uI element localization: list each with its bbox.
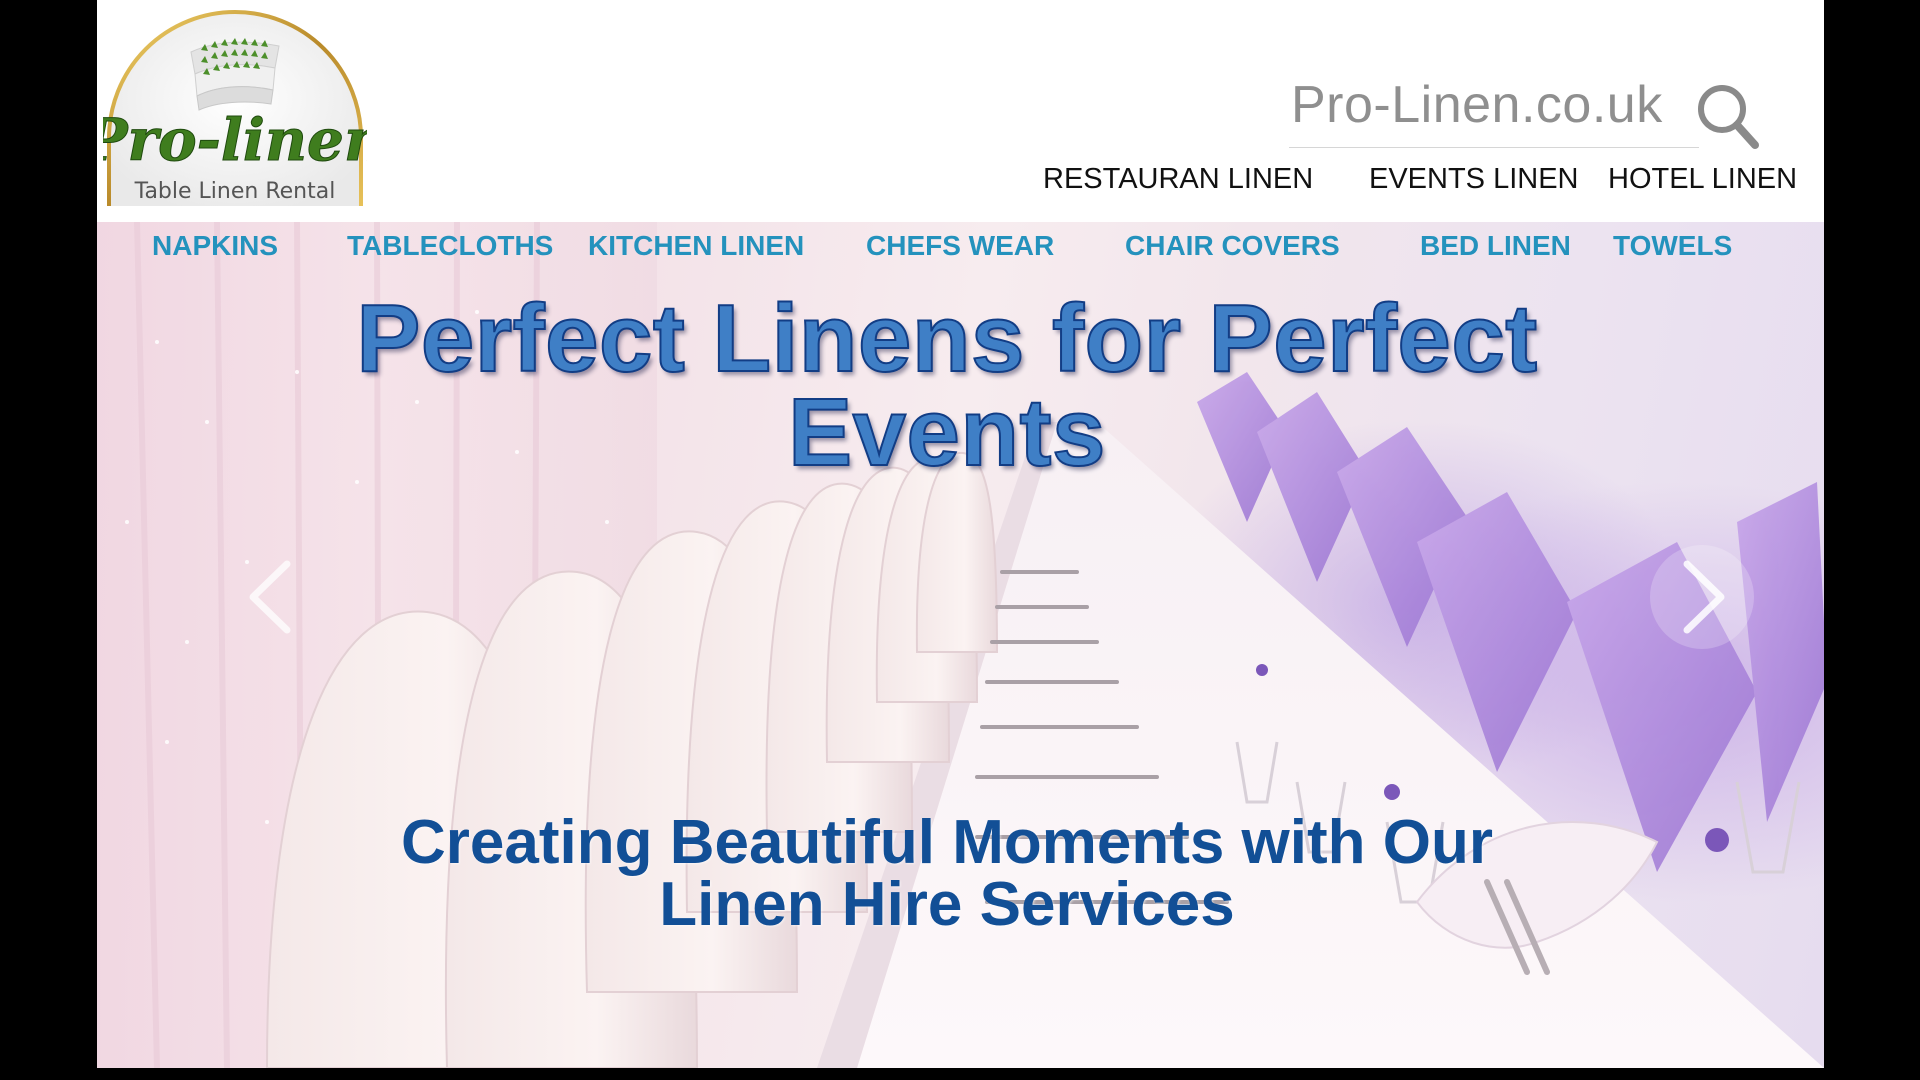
search-icon[interactable] bbox=[1695, 82, 1761, 152]
search-underline bbox=[1289, 147, 1699, 148]
chevron-left-icon bbox=[249, 560, 291, 634]
nav-restaurant-linen[interactable]: RESTAURAN LINEN bbox=[1043, 163, 1313, 196]
hero-carousel: NAPKINS TABLECLOTHS KITCHEN LINEN CHEFS … bbox=[97, 222, 1824, 1068]
chevron-right-icon bbox=[1650, 545, 1754, 649]
carousel-next-button[interactable] bbox=[1647, 542, 1757, 652]
carousel-prev-button[interactable] bbox=[217, 542, 327, 652]
nav-tablecloths[interactable]: TABLECLOTHS bbox=[347, 230, 553, 262]
search-placeholder[interactable]: Pro-Linen.co.uk bbox=[1291, 75, 1663, 135]
nav-chair-covers[interactable]: CHAIR COVERS bbox=[1125, 230, 1340, 262]
nav-bed-linen[interactable]: BED LINEN bbox=[1420, 230, 1571, 262]
nav-events-linen[interactable]: EVENTS LINEN bbox=[1369, 163, 1579, 196]
category-nav: NAPKINS TABLECLOTHS KITCHEN LINEN CHEFS … bbox=[97, 230, 1824, 270]
nav-kitchen-linen[interactable]: KITCHEN LINEN bbox=[588, 230, 804, 262]
top-nav: RESTAURAN LINEN EVENTS LINEN HOTEL LINEN bbox=[97, 163, 1824, 199]
nav-napkins[interactable]: NAPKINS bbox=[152, 230, 278, 262]
hero-subheadline: Creating Beautiful Moments with Our Line… bbox=[401, 808, 1493, 939]
nav-towels[interactable]: TOWELS bbox=[1613, 230, 1732, 262]
nav-chefs-wear[interactable]: CHEFS WEAR bbox=[866, 230, 1054, 262]
nav-hotel-linen[interactable]: HOTEL LINEN bbox=[1608, 163, 1797, 196]
hero-headline: Perfect Linens for Perfect Events bbox=[355, 285, 1538, 486]
web-page: Pro-linen Table Linen Rental Pro-Linen.c… bbox=[97, 0, 1824, 1068]
